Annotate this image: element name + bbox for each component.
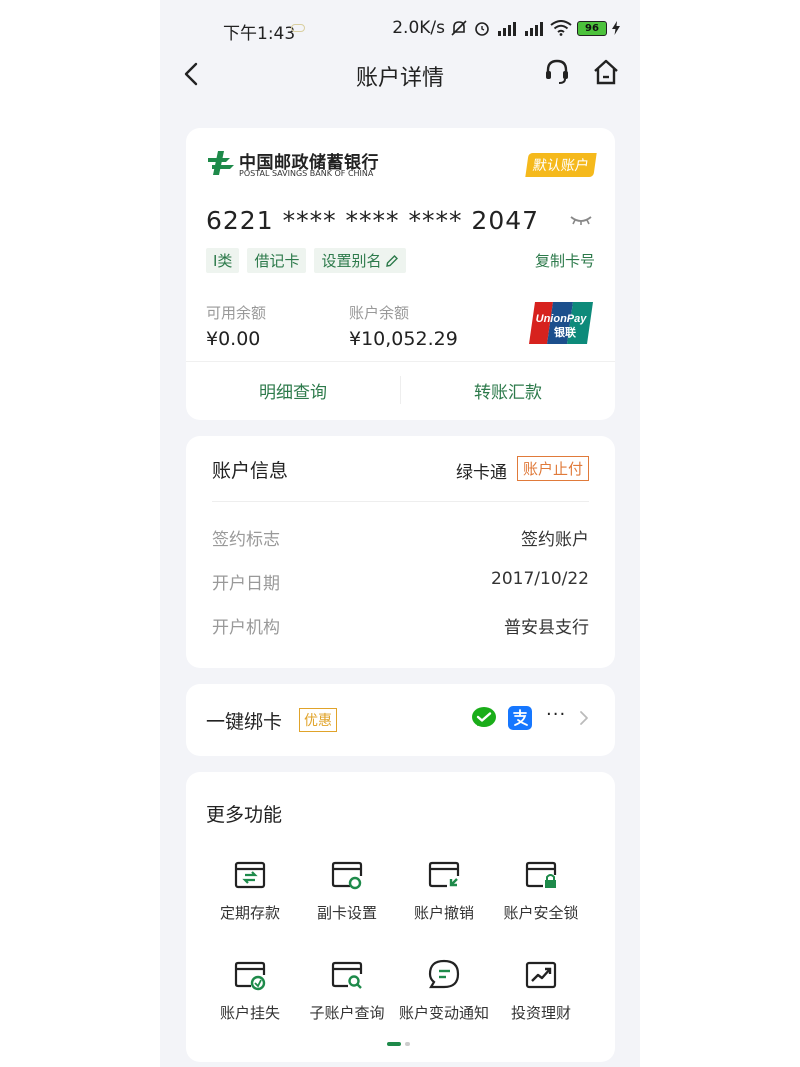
account-balance-label: 账户余额 [349,304,410,322]
wifi-icon [550,20,572,36]
sign-flag-label: 签约标志 [212,530,280,550]
account-lock-icon [525,861,557,888]
mute-alarm-icon [451,20,467,36]
hide-eye-icon[interactable] [569,214,593,226]
fixed-deposit-label: 定期存款 [219,904,280,922]
home-icon[interactable] [592,58,620,86]
fixed-deposit-button[interactable]: 定期存款 [200,858,300,923]
promo-badge: 优惠 [299,708,337,732]
sub-card-settings-label: 副卡设置 [316,904,377,922]
chevron-right-icon [580,711,588,725]
page-dot [405,1042,410,1046]
green-card-label: 绿卡通 [456,463,507,483]
edit-pencil-icon [386,254,399,267]
info-divider [212,501,589,502]
alipay-icon [508,706,532,730]
open-date-value: 2017/10/22 [491,569,589,589]
account-lock-button[interactable]: 账户安全锁 [491,858,591,923]
account-card: 中国邮政储蓄银行 POSTAL SAVINGS BANK OF CHINA 默认… [186,128,615,420]
account-info-card: 账户信息 绿卡通 账户止付 签约标志 签约账户 开户日期 2017/10/22 … [186,436,615,668]
account-lock-label: 账户安全锁 [503,904,579,922]
bind-card-label: 一键绑卡 [206,711,283,733]
bind-card-row[interactable]: 一键绑卡 优惠 ··· [186,684,615,756]
sign-flag-value: 签约账户 [521,530,589,550]
tag-debit-card: 借记卡 [247,248,307,273]
copy-card-number-button[interactable]: 复制卡号 [535,250,595,271]
status-bar: 下午1:43 2.0K/s 96 [160,0,640,56]
customer-service-icon[interactable] [543,58,571,86]
available-balance-label: 可用余额 [206,304,267,322]
account-cancel-button[interactable]: 账户撤销 [394,858,494,923]
card-divider [186,361,615,362]
default-account-badge: 默认账户 [525,153,597,177]
open-date-label: 开户日期 [212,574,280,594]
more-functions-card: 更多功能 定期存款 副卡设置 账户撤销 账户安全锁 账户挂失 子账户查询 账户变… [186,772,615,1062]
available-balance-value: ¥0.00 [206,328,261,350]
open-branch-value: 普安县支行 [504,618,589,638]
alarm-icon [475,22,489,36]
nav-bar: 账户详情 [160,50,640,98]
network-speed: 2.0K/s [392,18,445,38]
account-info-title: 账户信息 [212,460,289,482]
report-loss-button[interactable]: 账户挂失 [200,958,300,1023]
status-indicators: 2.0K/s 96 [392,18,620,38]
change-notice-button[interactable]: 账户变动通知 [394,958,494,1023]
wechat-pay-icon [472,707,496,727]
bank-logo: 中国邮政储蓄银行 POSTAL SAVINGS BANK OF CHINA [206,148,396,178]
phone-screen: 下午1:43 2.0K/s 96 账户详情 中国邮政储蓄银行 POSTAL SA… [160,0,640,1067]
account-stop-badge: 账户止付 [516,456,589,481]
account-cancel-icon [428,861,460,888]
change-notice-icon [428,959,460,989]
transfer-button[interactable]: 转账汇款 [401,378,615,403]
open-branch-label: 开户机构 [212,618,280,638]
detail-query-button[interactable]: 明细查询 [186,378,400,403]
page-dot-active [387,1042,401,1046]
report-loss-icon [234,961,266,991]
account-cancel-label: 账户撤销 [413,904,474,922]
account-balance-value: ¥10,052.29 [349,328,458,350]
signal-icon-2 [523,20,545,36]
unionpay-text: UnionPay [536,313,588,325]
card-tags: I类 借记卡 设置别名 [206,248,407,273]
sub-card-settings-button[interactable]: 副卡设置 [297,858,397,923]
unionpay-cn-text: 银联 [554,325,576,339]
tag-card-class: I类 [206,248,240,273]
status-time: 下午1:43 [223,24,296,44]
signal-icon [496,20,518,36]
investment-label: 投资理财 [510,1004,571,1022]
investment-button[interactable]: 投资理财 [491,958,591,1023]
more-bind-options: ··· [546,704,567,725]
report-loss-label: 账户挂失 [219,1004,280,1022]
sub-account-query-label: 子账户查询 [309,1004,385,1022]
card-number: 6221 **** **** **** 2047 [206,206,540,235]
fixed-deposit-icon [234,861,266,889]
battery-indicator: 96 [577,20,607,36]
sub-account-query-icon [331,961,363,989]
charging-icon [612,21,620,35]
more-functions-title: 更多功能 [206,804,283,826]
set-alias-label: 设置别名 [321,252,382,270]
change-notice-label: 账户变动通知 [398,1004,489,1022]
page-indicator [387,1042,410,1046]
psbc-logo-icon [208,151,234,175]
investment-icon [525,961,557,989]
weather-icon [291,24,305,32]
set-alias-button[interactable]: 设置别名 [314,248,407,273]
sub-account-query-button[interactable]: 子账户查询 [297,958,397,1023]
unionpay-logo-icon: UnionPay 银联 [529,302,593,344]
sub-card-settings-icon [331,861,363,890]
bank-name-en: POSTAL SAVINGS BANK OF CHINA [239,169,374,178]
